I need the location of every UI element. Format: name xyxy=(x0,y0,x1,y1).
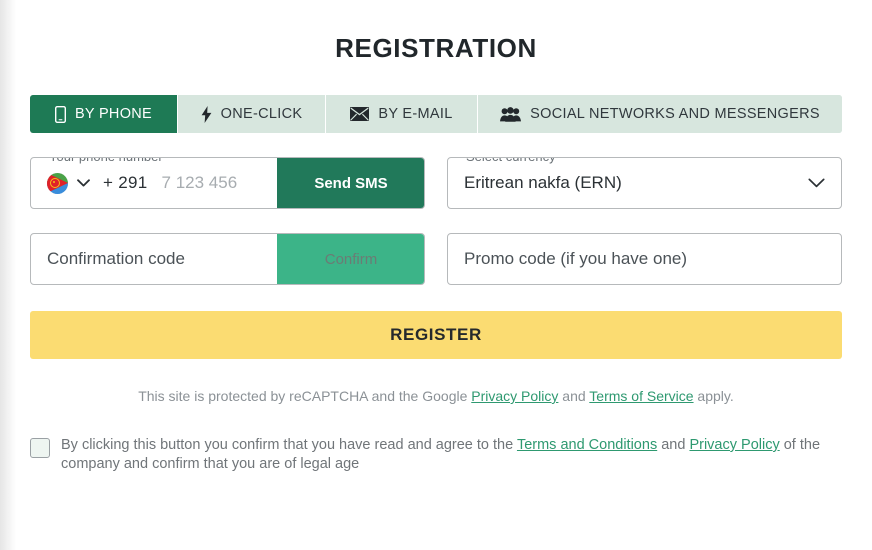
privacy-policy-link[interactable]: Privacy Policy xyxy=(689,437,779,453)
phone-input-group: + 291 xyxy=(31,158,277,208)
terms-middle-text: and xyxy=(657,437,689,453)
recaptcha-middle-text: and xyxy=(558,388,589,404)
dial-code: + 291 xyxy=(103,173,148,193)
terms-agreement: By clicking this button you confirm that… xyxy=(30,436,842,474)
terms-text: By clicking this button you confirm that… xyxy=(61,436,842,474)
send-sms-button[interactable]: Send SMS xyxy=(277,157,425,209)
registration-method-tabs: BY PHONE ONE-CLICK BY E-MAIL xyxy=(30,95,842,133)
tab-social-networks[interactable]: SOCIAL NETWORKS AND MESSENGERS xyxy=(478,95,842,133)
country-selector-chevron-down-icon[interactable] xyxy=(77,179,90,187)
registration-page: REGISTRATION BY PHONE ONE-CLICK xyxy=(0,0,872,550)
currency-legend: Select currency xyxy=(461,157,561,165)
currency-select[interactable]: Select currency Eritrean nakfa (ERN) xyxy=(447,157,842,209)
lightning-bolt-icon xyxy=(201,106,212,123)
chevron-down-icon[interactable] xyxy=(808,158,841,208)
people-group-icon xyxy=(500,107,521,122)
phone-number-input[interactable] xyxy=(148,173,277,193)
tab-one-click-label: ONE-CLICK xyxy=(221,106,303,122)
recaptcha-prefix-text: This site is protected by reCAPTCHA and … xyxy=(138,388,471,404)
promo-code-field xyxy=(447,233,842,285)
phone-number-field: Your phone number + 291 Send SMS xyxy=(30,157,425,209)
recaptcha-notice: This site is protected by reCAPTCHA and … xyxy=(30,387,842,405)
google-terms-of-service-link[interactable]: Terms of Service xyxy=(589,388,693,404)
eritrea-flag-icon[interactable] xyxy=(47,173,68,194)
google-privacy-policy-link[interactable]: Privacy Policy xyxy=(471,388,558,404)
currency-selected-value: Eritrean nakfa (ERN) xyxy=(448,158,808,208)
tab-social-networks-label: SOCIAL NETWORKS AND MESSENGERS xyxy=(530,106,820,122)
terms-checkbox[interactable] xyxy=(30,438,50,458)
tab-one-click[interactable]: ONE-CLICK xyxy=(178,95,326,133)
tab-by-email[interactable]: BY E-MAIL xyxy=(326,95,478,133)
confirmation-code-input[interactable] xyxy=(31,234,277,284)
tab-by-email-label: BY E-MAIL xyxy=(378,106,452,122)
terms-and-conditions-link[interactable]: Terms and Conditions xyxy=(517,437,657,453)
form-row-phone-currency: Your phone number + 291 Send SMS xyxy=(30,157,842,209)
confirmation-code-field: Confirm xyxy=(30,233,425,285)
terms-prefix-text: By clicking this button you confirm that… xyxy=(61,437,517,453)
form-row-confirmation-promo: Confirm xyxy=(30,233,842,285)
mobile-phone-icon xyxy=(55,106,66,123)
tab-by-phone[interactable]: BY PHONE xyxy=(30,95,178,133)
tab-by-phone-label: BY PHONE xyxy=(75,106,152,122)
promo-code-input[interactable] xyxy=(448,234,841,284)
confirm-button[interactable]: Confirm xyxy=(277,233,425,285)
phone-number-legend: Your phone number xyxy=(44,157,168,165)
register-button[interactable]: REGISTER xyxy=(30,311,842,359)
recaptcha-suffix-text: apply. xyxy=(694,388,734,404)
page-title: REGISTRATION xyxy=(30,0,842,64)
envelope-icon xyxy=(350,107,369,121)
